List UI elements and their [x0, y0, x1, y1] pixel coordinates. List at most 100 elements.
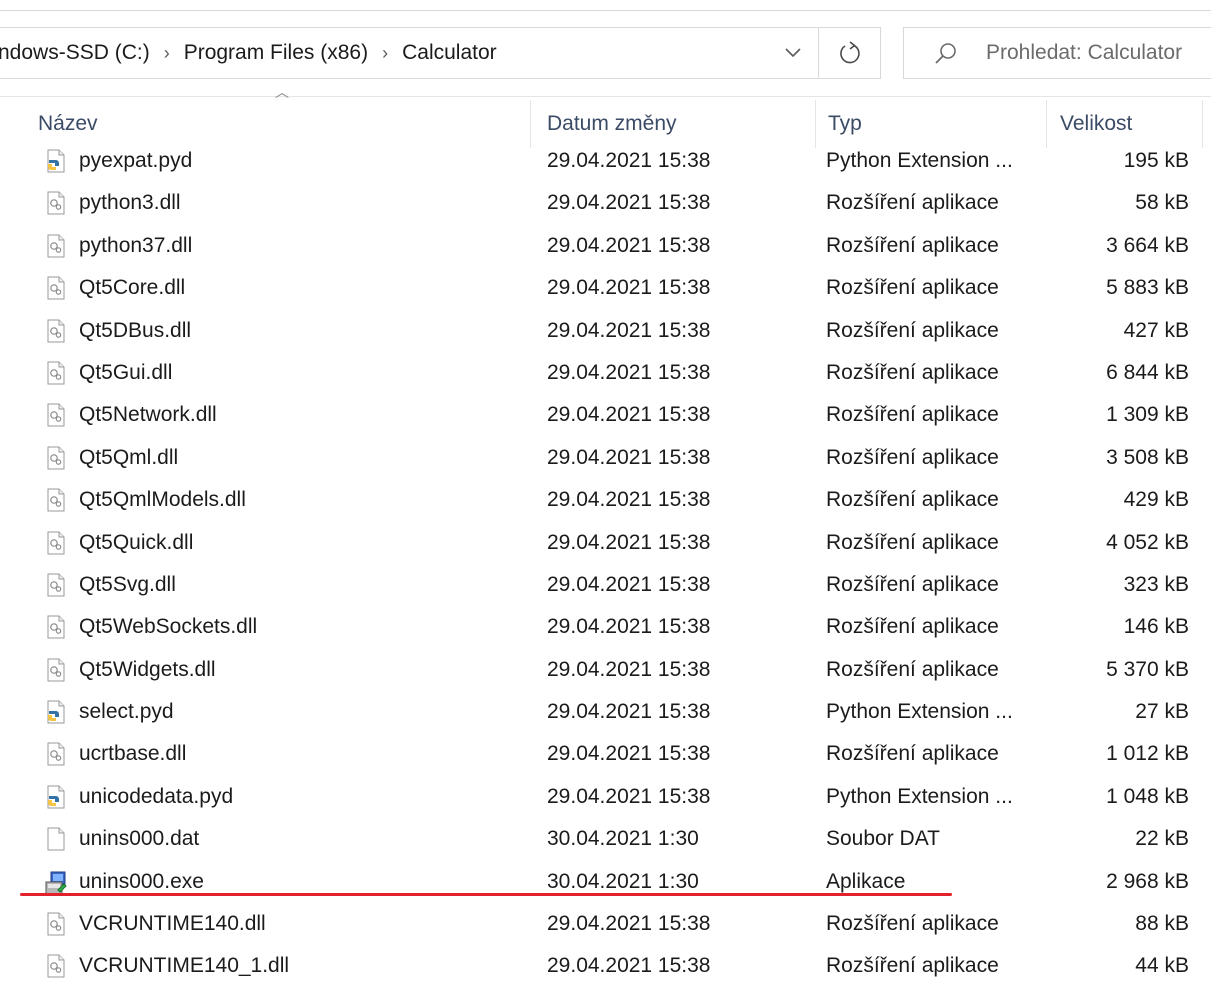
search-box[interactable] — [903, 27, 1211, 79]
installer-exe-icon — [44, 870, 68, 895]
file-name: unins000.dat — [79, 827, 200, 851]
refresh-icon — [839, 41, 860, 64]
dll-file-icon — [44, 319, 68, 343]
file-row[interactable]: unicodedata.pyd 29.04.2021 15:38 Python Ex… — [0, 776, 1211, 818]
file-name: unins000.exe — [79, 869, 204, 893]
file-date: 29.04.2021 15:38 — [547, 191, 711, 215]
dll-file-icon — [44, 191, 68, 215]
file-size: 427 kB — [1123, 318, 1189, 342]
file-date: 29.04.2021 15:38 — [547, 784, 711, 808]
file-date: 29.04.2021 15:38 — [547, 276, 711, 300]
file-row[interactable]: Qt5Qml.dll 29.04.2021 15:38 Rozšíření apli… — [0, 437, 1211, 479]
file-name: select.pyd — [79, 700, 174, 724]
file-row[interactable]: python37.dll 29.04.2021 15:38 Rozšíření ap… — [0, 225, 1211, 267]
file-type: Python Extension ... — [826, 700, 1013, 724]
file-type: Rozšíření aplikace — [826, 615, 999, 639]
file-type: Rozšíření aplikace — [826, 191, 999, 215]
search-input[interactable] — [984, 40, 1208, 66]
file-name: Qt5WebSockets.dll — [79, 615, 258, 639]
file-type: Rozšíření aplikace — [826, 742, 999, 766]
blank-file-icon — [44, 827, 68, 851]
file-size: 5 370 kB — [1106, 657, 1189, 681]
file-type: Python Extension ... — [826, 784, 1013, 808]
file-row[interactable]: select.pyd 29.04.2021 15:38 Python Extensi… — [0, 691, 1211, 733]
dll-file-icon — [44, 742, 68, 766]
dll-file-icon — [44, 531, 68, 555]
file-name: Qt5Svg.dll — [79, 572, 176, 596]
dll-file-icon — [44, 276, 68, 300]
file-row[interactable]: Qt5Gui.dll 29.04.2021 15:38 Rozšíření apli… — [0, 352, 1211, 394]
file-name: Qt5Quick.dll — [79, 530, 194, 554]
file-row[interactable]: Qt5Quick.dll 29.04.2021 15:38 Rozšíření ap… — [0, 522, 1211, 564]
breadcrumb-item-drive[interactable]: ndows-SSD (C:) — [0, 41, 154, 65]
file-size: 1 309 kB — [1106, 403, 1189, 427]
file-row[interactable]: VCRUNTIME140_1.dll 29.04.2021 15:38 Rozšíř… — [0, 945, 1211, 987]
address-history-button[interactable] — [768, 28, 818, 78]
file-row[interactable]: Qt5DBus.dll 29.04.2021 15:38 Rozšíření apl… — [0, 310, 1211, 352]
chevron-down-icon — [785, 48, 801, 58]
file-row[interactable]: ucrtbase.dll 29.04.2021 15:38 Rozšíření ap… — [0, 733, 1211, 775]
file-date: 29.04.2021 15:38 — [547, 615, 711, 639]
file-row[interactable]: python3.dll 29.04.2021 15:38 Rozšíření apl… — [0, 182, 1211, 224]
dll-file-icon — [44, 361, 68, 385]
file-row[interactable]: Qt5WebSockets.dll 29.04.2021 15:38 Rozšíře… — [0, 606, 1211, 648]
file-row[interactable]: pyexpat.pyd 29.04.2021 15:38 Python Extens… — [0, 140, 1211, 182]
file-type: Rozšíření aplikace — [826, 954, 999, 978]
breadcrumb: ndows-SSD (C:) › Program Files (x86) › C… — [0, 28, 760, 78]
file-size: 146 kB — [1123, 615, 1189, 639]
file-date: 29.04.2021 15:38 — [547, 403, 711, 427]
file-name: Qt5Network.dll — [79, 403, 217, 427]
file-type: Rozšíření aplikace — [826, 572, 999, 596]
file-name: Qt5Gui.dll — [79, 360, 173, 384]
file-size: 1 012 kB — [1106, 742, 1189, 766]
file-row[interactable]: VCRUNTIME140.dll 29.04.2021 15:38 Rozšířen… — [0, 903, 1211, 945]
file-type: Rozšíření aplikace — [826, 318, 999, 342]
file-row[interactable]: Qt5Widgets.dll 29.04.2021 15:38 Rozšíření … — [0, 649, 1211, 691]
file-size: 6 844 kB — [1106, 360, 1189, 384]
breadcrumb-separator-icon[interactable]: › — [154, 43, 180, 64]
file-date: 29.04.2021 15:38 — [547, 233, 711, 257]
file-row[interactable]: unins000.exe 30.04.2021 1:30 Aplikace 2 968… — [0, 861, 1211, 903]
file-name: VCRUNTIME140_1.dll — [79, 954, 290, 978]
file-name: Qt5QmlModels.dll — [79, 488, 246, 512]
address-bar[interactable]: ndows-SSD (C:) › Program Files (x86) › C… — [0, 27, 881, 79]
file-row[interactable]: Qt5Svg.dll 29.04.2021 15:38 Rozšíření apli… — [0, 564, 1211, 606]
file-name: Qt5Widgets.dll — [79, 657, 216, 681]
breadcrumb-item-calculator[interactable]: Calculator — [398, 41, 501, 65]
python-file-icon — [44, 785, 68, 809]
header-divider — [0, 96, 1211, 97]
window-top-border — [0, 10, 1211, 11]
breadcrumb-separator-icon[interactable]: › — [372, 43, 398, 64]
file-row[interactable]: Qt5QmlModels.dll 29.04.2021 15:38 Rozšířen… — [0, 479, 1211, 521]
file-row[interactable]: unins000.dat 30.04.2021 1:30 Soubor DAT 22 … — [0, 818, 1211, 860]
file-date: 29.04.2021 15:38 — [547, 572, 711, 596]
file-size: 3 508 kB — [1106, 445, 1189, 469]
file-size: 195 kB — [1123, 149, 1189, 172]
file-size: 429 kB — [1123, 488, 1189, 512]
file-name: Qt5Core.dll — [79, 276, 186, 300]
file-type: Rozšíření aplikace — [826, 912, 999, 936]
file-size: 1 048 kB — [1106, 784, 1189, 808]
dll-file-icon — [44, 446, 68, 470]
dll-file-icon — [44, 234, 68, 258]
file-date: 30.04.2021 1:30 — [547, 827, 699, 851]
search-icon — [934, 41, 958, 65]
dll-file-icon — [44, 658, 68, 682]
file-date: 29.04.2021 15:38 — [547, 488, 711, 512]
file-row[interactable]: Qt5Core.dll 29.04.2021 15:38 Rozšíření apl… — [0, 267, 1211, 309]
file-date: 29.04.2021 15:38 — [547, 912, 711, 936]
file-type: Rozšíření aplikace — [826, 488, 999, 512]
breadcrumb-item-program-files[interactable]: Program Files (x86) — [180, 41, 372, 65]
file-type: Rozšíření aplikace — [826, 657, 999, 681]
file-name: pyexpat.pyd — [79, 149, 193, 172]
refresh-button[interactable] — [818, 28, 880, 78]
dll-file-icon — [44, 912, 68, 936]
file-name: VCRUNTIME140.dll — [79, 912, 266, 936]
file-row[interactable]: Qt5Network.dll 29.04.2021 15:38 Rozšíření … — [0, 394, 1211, 436]
sort-ascending-icon: ︿ — [275, 84, 289, 100]
file-size: 3 664 kB — [1106, 233, 1189, 257]
file-size: 5 883 kB — [1106, 276, 1189, 300]
file-type: Rozšíření aplikace — [826, 403, 999, 427]
dll-file-icon — [44, 488, 68, 512]
file-type: Soubor DAT — [826, 827, 940, 851]
